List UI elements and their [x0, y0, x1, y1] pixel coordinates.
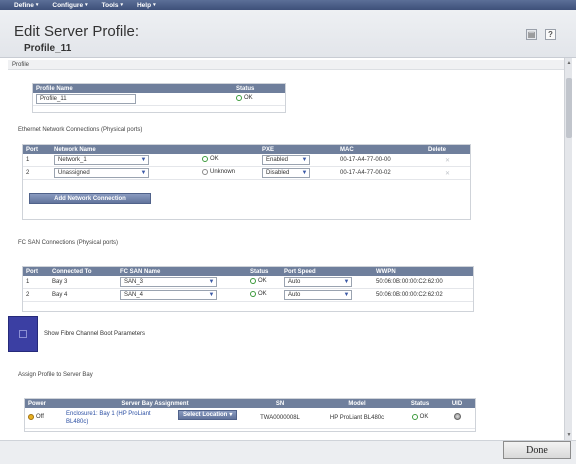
delete-icon[interactable]: ✕ — [445, 171, 450, 177]
network-select[interactable]: Unassigned ▼ — [54, 168, 149, 178]
page-header: Edit Server Profile: Profile_11 ▤ ? — [0, 10, 576, 58]
col-status: Status — [247, 267, 281, 276]
fcsan-panel: Port Connected To FC SAN Name Status Por… — [22, 266, 474, 312]
chevron-down-icon: ▾ — [85, 2, 88, 8]
page-title: Edit Server Profile: — [14, 23, 140, 40]
footer-bar — [0, 440, 576, 464]
done-button[interactable]: Done — [503, 441, 571, 459]
add-network-connection-button[interactable]: Add Network Connection — [29, 193, 151, 204]
boot-params-label[interactable]: Show Fibre Channel Boot Parameters — [44, 331, 145, 337]
col-power: Power — [25, 399, 63, 408]
col-port-speed: Port Speed — [281, 267, 373, 276]
table-row: 2 Unassigned ▼ Unknown Disabled ▼ 00-17-A4… — [23, 166, 470, 180]
ethernet-section-title: Ethernet Network Connections (Physical p… — [18, 127, 143, 133]
chevron-down-icon: ▼ — [343, 279, 350, 285]
content-area: Profile Profile Name Status Profile_11 O… — [8, 58, 564, 440]
col-server-bay-assignment: Server Bay Assignment — [63, 399, 247, 408]
power-icon — [28, 413, 34, 420]
ok-icon — [236, 95, 242, 101]
col-wwpn: WWPN — [373, 267, 473, 276]
unknown-icon — [202, 169, 208, 175]
chevron-down-icon: ▾ — [229, 412, 233, 419]
ok-icon — [250, 278, 256, 284]
chevron-down-icon: ▾ — [120, 2, 123, 8]
ok-icon — [411, 413, 418, 420]
chevron-down-icon: ▼ — [301, 157, 308, 163]
chevron-down-icon: ▼ — [208, 292, 215, 298]
fcsan-section-title: FC SAN Connections (Physical ports) — [18, 240, 119, 246]
chevron-down-icon: ▼ — [343, 292, 350, 298]
col-fc-san-name: FC SAN Name — [117, 267, 247, 276]
col-status: Status — [401, 399, 439, 408]
col-profile-name: Profile Name — [33, 84, 233, 93]
col-connected-to: Connected To — [49, 267, 117, 276]
col-port: Port — [23, 267, 49, 276]
assign-panel: Power Server Bay Assignment SN Model Sta… — [24, 398, 476, 432]
scroll-down-icon[interactable]: ▼ — [566, 432, 572, 438]
menu-tools[interactable]: Tools ▾ — [102, 2, 123, 9]
table-row: Off Enclosure1: Bay 1 (HP ProLiant BL480c… — [25, 408, 475, 429]
menu-bar: Define ▾ Configure ▾ Tools ▾ Help ▾ — [0, 0, 576, 10]
profile-section-band — [8, 60, 564, 70]
pxe-select[interactable]: Enabled ▼ — [262, 155, 310, 165]
menu-define[interactable]: Define ▾ — [14, 2, 38, 9]
col-delete: Delete — [425, 145, 470, 154]
port-speed-select[interactable]: Auto ▼ — [284, 277, 352, 287]
vertical-scrollbar[interactable]: ▲ ▼ — [564, 58, 572, 440]
mac-value: 00-17-A4-77-00-00 — [337, 154, 425, 167]
page-subtitle: Profile_11 — [24, 43, 72, 54]
fibre-channel-boot-toggle[interactable] — [8, 316, 38, 352]
menu-configure[interactable]: Configure ▾ — [52, 2, 87, 9]
network-select[interactable]: Network_1 ▼ — [54, 155, 149, 165]
profile-section-title: Profile — [12, 62, 30, 68]
help-icon[interactable]: ? — [545, 29, 556, 40]
expand-icon — [19, 330, 27, 338]
chevron-down-icon: ▼ — [208, 279, 215, 285]
delete-icon[interactable]: ✕ — [445, 158, 450, 164]
col-sn: SN — [247, 399, 313, 408]
pxe-select[interactable]: Disabled ▼ — [262, 168, 310, 178]
profile-status: OK — [236, 95, 253, 101]
wwpn-value: 50:06:0B:00:00:C2:62:00 — [373, 276, 473, 289]
port-speed-select[interactable]: Auto ▼ — [284, 290, 352, 300]
model-value: HP ProLiant BL480c — [313, 408, 401, 429]
profile-panel: Profile Name Status Profile_11 OK — [32, 83, 286, 113]
wwpn-value: 50:06:0B:00:00:C2:62:02 — [373, 288, 473, 302]
fc-san-select[interactable]: SAN_3 ▼ — [120, 277, 217, 287]
menu-help[interactable]: Help ▾ — [137, 2, 156, 9]
chevron-down-icon: ▾ — [153, 2, 156, 8]
chevron-down-icon: ▾ — [35, 2, 39, 8]
ok-icon — [202, 156, 208, 162]
scrollbar-thumb[interactable] — [566, 78, 572, 138]
uid-icon[interactable] — [453, 413, 461, 421]
sn-value: TWA0000008L — [247, 408, 313, 429]
profile-name-input[interactable]: Profile_11 — [36, 94, 136, 104]
chevron-down-icon: ▼ — [140, 157, 147, 163]
fc-san-select[interactable]: SAN_4 ▼ — [120, 290, 217, 300]
col-port: Port — [23, 145, 51, 154]
ok-icon — [250, 291, 256, 297]
mac-value: 00-17-A4-77-00-02 — [337, 166, 425, 180]
col-status: Status — [233, 84, 285, 93]
ethernet-panel: Port Network Name PXE MAC Delete 1 Netwo… — [22, 144, 471, 220]
col-mac: MAC — [337, 145, 425, 154]
col-uid: UID — [439, 399, 475, 408]
print-icon[interactable]: ▤ — [526, 29, 537, 40]
server-bay-link[interactable]: Enclosure1: Bay 1 (HP ProLiant BL480c) — [66, 410, 174, 426]
select-location-button[interactable]: Select Location ▾ — [178, 409, 238, 420]
col-model: Model — [313, 399, 401, 408]
table-row: 2 Bay 4 SAN_4 ▼ OK Auto ▼ 50:06:0B:00:00:C… — [23, 288, 473, 302]
chevron-down-icon: ▼ — [301, 170, 308, 176]
chevron-down-icon: ▼ — [140, 170, 147, 176]
assign-section-title: Assign Profile to Server Bay — [18, 372, 93, 378]
table-row: 1 Network_1 ▼ OK Enabled ▼ 00-17-A4-77-00-… — [23, 154, 470, 167]
scroll-up-icon[interactable]: ▲ — [566, 60, 572, 66]
col-network-name: Network Name — [51, 145, 199, 154]
table-row: 1 Bay 3 SAN_3 ▼ OK Auto ▼ 50:06:0B:00:00:C… — [23, 276, 473, 289]
col-pxe: PXE — [259, 145, 337, 154]
